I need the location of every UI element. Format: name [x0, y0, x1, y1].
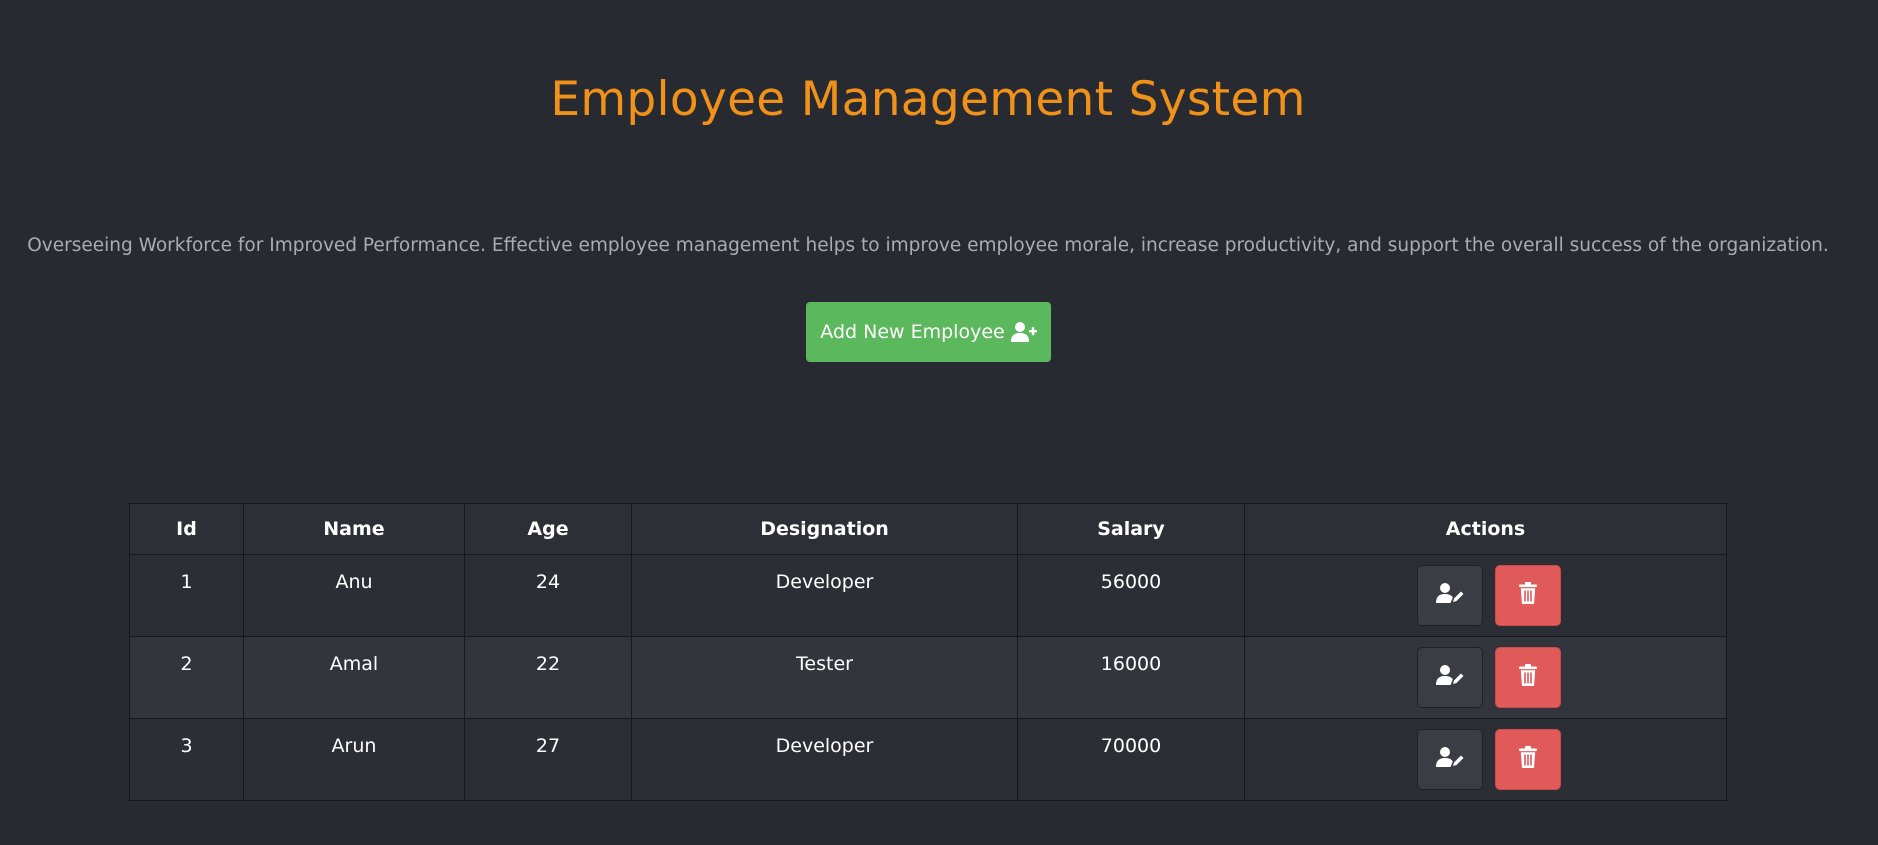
employee-table: Id Name Age Designation Salary Actions 1… — [129, 503, 1727, 801]
cell-age: 24 — [464, 554, 632, 637]
page-title: Employee Management System — [550, 72, 1306, 127]
table-row: 2 Amal 22 Tester 16000 — [129, 636, 1727, 719]
delete-employee-button[interactable] — [1494, 729, 1561, 790]
column-header-actions: Actions — [1244, 503, 1727, 555]
delete-employee-button[interactable] — [1494, 647, 1561, 708]
trash-icon — [1518, 582, 1537, 609]
cell-actions — [1244, 554, 1727, 637]
cell-age: 22 — [464, 636, 632, 719]
cell-salary: 16000 — [1017, 636, 1245, 719]
column-header-designation: Designation — [631, 503, 1018, 555]
cell-designation: Tester — [631, 636, 1018, 719]
delete-employee-button[interactable] — [1494, 565, 1561, 626]
add-new-employee-label: Add New Employee — [820, 321, 1005, 343]
cell-salary: 56000 — [1017, 554, 1245, 637]
cell-id: 3 — [129, 718, 244, 801]
page: Employee Management System Overseeing Wo… — [0, 0, 1878, 845]
edit-employee-button[interactable] — [1416, 729, 1483, 790]
cell-id: 2 — [129, 636, 244, 719]
page-subtitle: Overseeing Workforce for Improved Perfor… — [27, 235, 1829, 256]
cell-name: Arun — [243, 718, 465, 801]
column-header-age: Age — [464, 503, 632, 555]
table-row: 3 Arun 27 Developer 70000 — [129, 718, 1727, 801]
trash-icon — [1518, 746, 1537, 773]
user-plus-icon — [1010, 321, 1037, 343]
cell-age: 27 — [464, 718, 632, 801]
table-row: 1 Anu 24 Developer 56000 — [129, 554, 1727, 637]
cell-designation: Developer — [631, 554, 1018, 637]
cell-designation: Developer — [631, 718, 1018, 801]
cell-name: Amal — [243, 636, 465, 719]
cell-id: 1 — [129, 554, 244, 637]
add-new-employee-button[interactable]: Add New Employee — [806, 302, 1051, 362]
column-header-name: Name — [243, 503, 465, 555]
cell-name: Anu — [243, 554, 465, 637]
cell-actions — [1244, 718, 1727, 801]
table-header-row: Id Name Age Designation Salary Actions — [129, 503, 1727, 555]
cell-actions — [1244, 636, 1727, 719]
user-edit-icon — [1435, 664, 1464, 691]
cell-salary: 70000 — [1017, 718, 1245, 801]
trash-icon — [1518, 664, 1537, 691]
edit-employee-button[interactable] — [1416, 647, 1483, 708]
user-edit-icon — [1435, 746, 1464, 773]
column-header-id: Id — [129, 503, 244, 555]
column-header-salary: Salary — [1017, 503, 1245, 555]
user-edit-icon — [1435, 582, 1464, 609]
edit-employee-button[interactable] — [1416, 565, 1483, 626]
